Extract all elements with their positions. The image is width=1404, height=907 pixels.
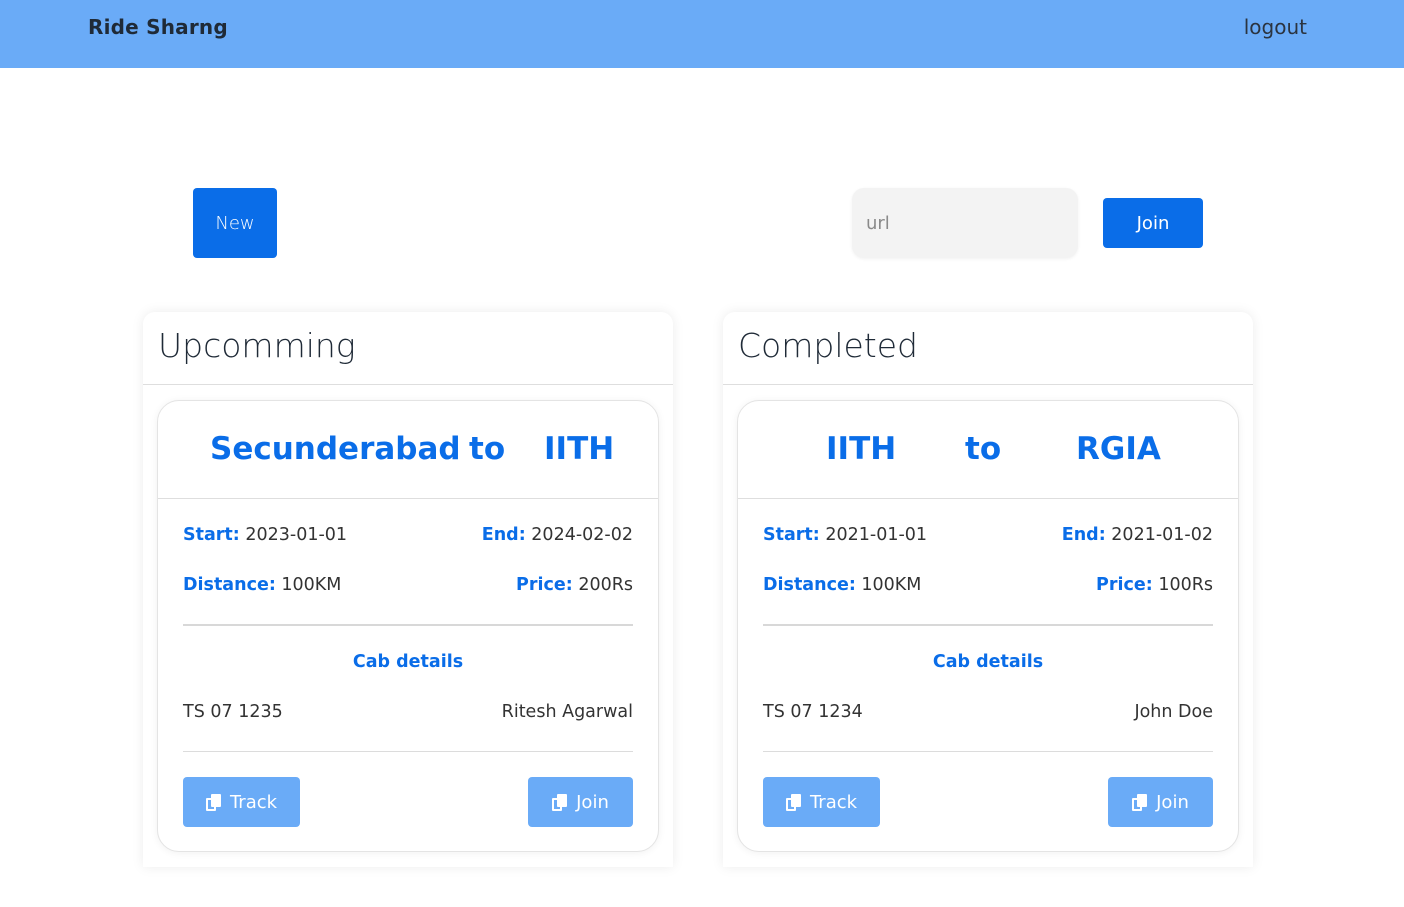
join-url-button[interactable]: Join [1103, 198, 1203, 248]
panel-title: Completed [723, 312, 1253, 385]
divider [763, 751, 1213, 752]
end-value: 2021-01-02 [1111, 525, 1213, 545]
route-to-word: to [469, 431, 506, 467]
join-label: Join [576, 791, 609, 813]
price: Price: 100Rs [1096, 575, 1213, 595]
distance-label: Distance: [763, 575, 856, 595]
start-label: Start: [763, 525, 820, 545]
route-destination: IITH [544, 431, 615, 467]
driver-name: Ritesh Agarwal [501, 702, 633, 722]
distance-value: 100KM [281, 575, 342, 595]
distance: Distance: 100KM [763, 575, 921, 595]
start-value: 2023-01-01 [245, 525, 348, 545]
track-button[interactable]: Track [183, 777, 300, 827]
panel-title: Upcomming [143, 312, 673, 385]
track-label: Track [229, 791, 278, 813]
price-value: 100Rs [1158, 575, 1213, 595]
route-origin: Secunderabad [210, 431, 461, 467]
end-value: 2024-02-02 [531, 525, 633, 545]
cab-details-title: Cab details [352, 652, 464, 672]
start-label: Start: [183, 525, 240, 545]
price: Price: 200Rs [516, 575, 633, 595]
price-label: Price: [516, 575, 573, 595]
track-label: Track [809, 791, 858, 813]
cab-details-title: Cab details [932, 652, 1044, 672]
join-label: Join [1156, 791, 1189, 813]
distance-value: 100KM [861, 575, 922, 595]
ride-card: IITH to RGIA Start: 2021-01-01 End: 2021… [737, 400, 1239, 852]
end-label: End: [1061, 525, 1106, 545]
cab-number: TS 07 1235 [183, 702, 283, 722]
start-date: Start: 2023-01-01 [183, 525, 347, 545]
start-value: 2021-01-01 [825, 525, 928, 545]
distance: Distance: 100KM [183, 575, 341, 595]
track-button[interactable]: Track [763, 777, 880, 827]
url-input[interactable] [852, 188, 1078, 258]
route-heading: IITH to RGIA [738, 401, 1238, 499]
divider [763, 624, 1213, 626]
copy-icon [1132, 793, 1148, 811]
logout-link[interactable]: logout [1244, 15, 1307, 39]
divider [183, 751, 633, 752]
end-label: End: [481, 525, 526, 545]
join-ride-button[interactable]: Join [528, 777, 633, 827]
route-origin: IITH [826, 431, 897, 467]
completed-panel: Completed IITH to RGIA Start: 2021-01-01… [723, 312, 1253, 867]
cab-number: TS 07 1234 [763, 702, 863, 722]
driver-name: John Doe [1134, 702, 1213, 722]
distance-label: Distance: [183, 575, 276, 595]
ride-card: Secunderabad to IITH Start: 2023-01-01 E… [157, 400, 659, 852]
copy-icon [205, 793, 222, 811]
divider [183, 624, 633, 626]
copy-icon [785, 793, 802, 811]
end-date: End: 2024-02-02 [482, 525, 633, 545]
route-destination: RGIA [1076, 431, 1161, 467]
route-to-word: to [965, 431, 1002, 467]
copy-icon [552, 793, 568, 811]
end-date: End: 2021-01-02 [1062, 525, 1213, 545]
upcoming-panel: Upcomming Secunderabad to IITH Start: 20… [143, 312, 673, 867]
price-value: 200Rs [578, 575, 633, 595]
start-date: Start: 2021-01-01 [763, 525, 927, 545]
join-ride-button[interactable]: Join [1108, 777, 1213, 827]
brand-title[interactable]: Ride Sharng [88, 15, 228, 39]
price-label: Price: [1096, 575, 1153, 595]
navbar: Ride Sharng logout [0, 0, 1404, 68]
new-ride-button[interactable]: New [193, 188, 277, 258]
route-heading: Secunderabad to IITH [158, 401, 658, 499]
